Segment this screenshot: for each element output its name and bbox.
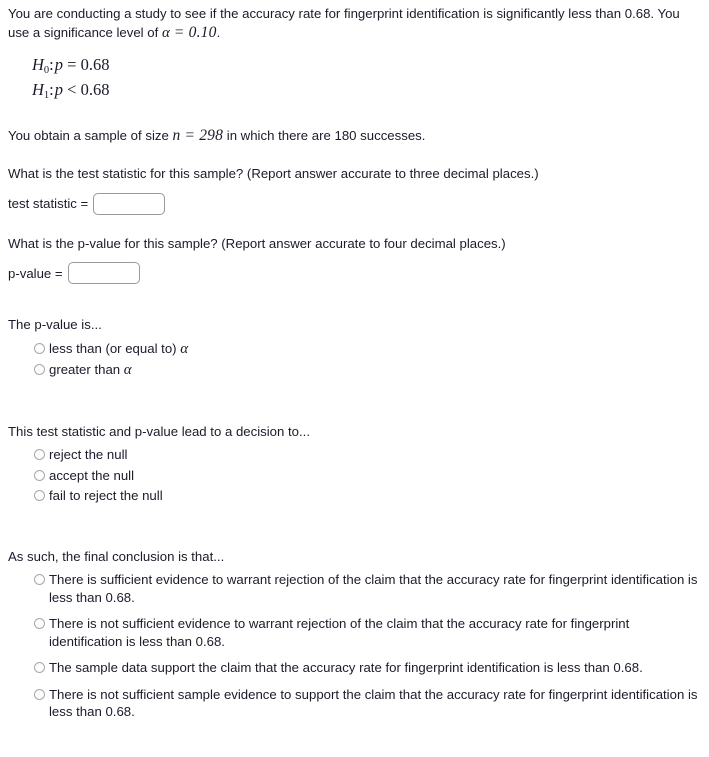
hypotheses-block: H0:p = 0.68 H1:p < 0.68 — [32, 55, 700, 105]
radio-icon[interactable] — [34, 449, 45, 461]
sample-prefix: You obtain a sample of size — [8, 127, 173, 143]
h0-value: 0.68 — [80, 55, 110, 74]
option-accept-the-null[interactable]: accept the null — [34, 467, 700, 485]
option-label: less than (or equal to) α — [49, 340, 188, 359]
h0-symbol: H — [32, 55, 44, 74]
intro-period: . — [216, 24, 221, 40]
alpha-symbol: α — [123, 362, 132, 379]
sample-size-value: 298 — [199, 126, 224, 144]
option-label: There is not sufficient sample evidence … — [49, 686, 698, 720]
radio-icon[interactable] — [34, 662, 45, 674]
option-label: There is sufficient evidence to warrant … — [49, 572, 698, 605]
h1-parameter: p — [54, 79, 64, 99]
alpha-symbol: α — [180, 340, 189, 357]
decision-prompt: This test statistic and p-value lead to … — [8, 423, 311, 439]
radio-icon[interactable] — [34, 364, 45, 376]
spacer-before-conclusion — [8, 508, 700, 548]
radio-icon[interactable] — [34, 469, 45, 481]
option-conclusion-3[interactable]: The sample data support the claim that t… — [34, 659, 700, 677]
conclusion-prompt: As such, the final conclusion is that... — [8, 548, 225, 564]
decision-options: reject the null accept the null fail to … — [34, 446, 700, 505]
sample-suffix: in which there are 180 successes. — [223, 127, 426, 143]
radio-icon[interactable] — [34, 490, 45, 502]
option-label: reject the null — [49, 447, 128, 463]
p-value-question: What is the p-value for this sample? (Re… — [8, 235, 506, 251]
spacer-before-p-comparison — [8, 284, 700, 316]
alpha-value: 0.10 — [188, 23, 217, 41]
p-value-label: p-value = — [8, 265, 63, 281]
p-value-input[interactable] — [67, 262, 140, 285]
p-value-row: p-value = — [8, 262, 700, 285]
option-conclusion-2[interactable]: There is not sufficient evidence to warr… — [34, 615, 700, 650]
test-statistic-question: What is the test statistic for this samp… — [8, 166, 539, 182]
question-page: You are conducting a study to see if the… — [8, 5, 700, 730]
option-p-greater-than-alpha[interactable]: greater than α — [34, 361, 700, 380]
p-value-comparison-options: less than (or equal to) α greater than α — [34, 340, 700, 380]
alt-hypothesis-line: H1:p < 0.68 — [32, 80, 700, 105]
test-statistic-input[interactable] — [93, 192, 166, 215]
intro-equals: = — [169, 23, 189, 41]
option-text: greater than — [49, 362, 124, 378]
option-p-less-than-alpha[interactable]: less than (or equal to) α — [34, 340, 700, 359]
option-label: accept the null — [49, 467, 135, 483]
option-reject-the-null[interactable]: reject the null — [34, 446, 700, 464]
radio-icon[interactable] — [34, 342, 45, 354]
radio-icon[interactable] — [34, 688, 45, 700]
radio-icon[interactable] — [34, 618, 45, 630]
option-text: less than (or equal to) — [49, 340, 181, 356]
h1-symbol: H — [32, 79, 44, 99]
n-equals: = — [180, 126, 200, 144]
option-label: fail to reject the null — [49, 488, 163, 504]
option-label: greater than α — [49, 361, 132, 380]
h0-parameter: p — [54, 55, 64, 74]
spacer-before-test-statistic — [8, 145, 700, 165]
option-conclusion-4[interactable]: There is not sufficient sample evidence … — [34, 686, 700, 721]
sample-paragraph: You obtain a sample of size n = 298 in w… — [8, 127, 700, 146]
test-statistic-label: test statistic = — [8, 196, 89, 212]
null-hypothesis-line: H0:p = 0.68 — [32, 55, 700, 80]
option-label: The sample data support the claim that t… — [49, 660, 643, 676]
test-statistic-row: test statistic = — [8, 192, 700, 215]
h1-value: 0.68 — [80, 79, 110, 99]
alpha-symbol: α — [161, 24, 170, 41]
option-label: There is not sufficient evidence to warr… — [49, 616, 630, 649]
option-conclusion-1[interactable]: There is sufficient evidence to warrant … — [34, 571, 700, 606]
spacer-before-decision — [8, 383, 700, 423]
conclusion-options: There is sufficient evidence to warrant … — [34, 571, 700, 721]
spacer-before-p-value — [8, 215, 700, 235]
option-fail-to-reject-the-null[interactable]: fail to reject the null — [34, 487, 700, 505]
p-value-comparison-prompt: The p-value is... — [8, 317, 102, 333]
spacer-after-hypotheses — [8, 105, 700, 127]
intro-text-part1: You are conducting a study to see if the… — [8, 6, 680, 40]
radio-icon[interactable] — [34, 574, 45, 586]
intro-paragraph: You are conducting a study to see if the… — [8, 5, 700, 42]
